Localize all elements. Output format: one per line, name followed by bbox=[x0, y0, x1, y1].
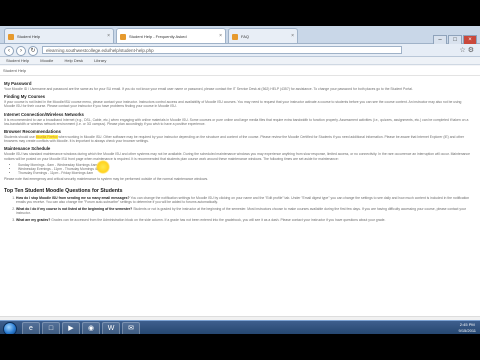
faq-title: Top Ten Student Moodle Questions for Stu… bbox=[4, 187, 123, 194]
back-icon[interactable]: ‹ bbox=[4, 46, 14, 56]
divider bbox=[0, 75, 480, 76]
maintenance-list: Sunday Mornings - 6am - Wednesday Mornin… bbox=[18, 163, 472, 176]
cursor-highlight bbox=[96, 160, 110, 174]
tab-label: Student Help - Frequently Asked bbox=[129, 34, 187, 39]
navigation-bar: ‹ › ↻ elearning.southwestcollege.edu/hel… bbox=[0, 44, 480, 57]
tab-label: FAQ bbox=[241, 34, 250, 39]
section-text: Your Moodle ID / Username and password a… bbox=[4, 87, 413, 91]
page-content: My Password Your Moodle ID / Username an… bbox=[4, 78, 472, 226]
section-text: Students should use Mozilla Firefox when… bbox=[4, 135, 472, 143]
bookmark-item[interactable]: Library bbox=[94, 58, 106, 63]
text-fragment: when working in Moodle ISU. Other softwa… bbox=[4, 135, 465, 144]
clock-time: 2:45 PM bbox=[459, 322, 475, 327]
faq-item: What are my grades? Grades can be access… bbox=[16, 218, 472, 222]
bookmark-item[interactable]: Student Help bbox=[6, 58, 29, 63]
letterbox-bottom bbox=[0, 334, 480, 360]
web-page: Student Help My Password Your Moodle ID … bbox=[0, 66, 480, 316]
favicon-icon bbox=[232, 34, 238, 40]
letterbox-top bbox=[0, 0, 480, 26]
faq-question: What do I do if my course is not listed … bbox=[16, 207, 133, 212]
favicon-icon bbox=[8, 34, 14, 40]
bookmark-item[interactable]: Help Desk bbox=[65, 58, 83, 63]
section-title: Finding My Courses bbox=[4, 94, 46, 100]
clock-date: 9/15/2011 bbox=[458, 327, 477, 333]
browser-tab[interactable]: FAQ × bbox=[228, 28, 298, 43]
section-title: My Password bbox=[4, 81, 32, 86]
section-title: Maintenance Schedule bbox=[4, 146, 51, 152]
favicon-icon bbox=[120, 34, 126, 40]
section-text: If your course is not listed in the Mood… bbox=[4, 100, 462, 109]
wrench-icon[interactable]: ⚙ bbox=[468, 47, 474, 54]
section-text: Moodle ISU has standard maintenance wind… bbox=[4, 152, 471, 161]
system-tray-clock[interactable]: 2:45 PM 9/15/2011 bbox=[459, 322, 477, 333]
close-tab-icon[interactable]: × bbox=[107, 29, 110, 43]
browser-tab-active[interactable]: Student Help - Frequently Asked × bbox=[116, 28, 226, 43]
section-title: Browser Recommendations bbox=[4, 129, 61, 135]
faq-item: How do I stop Moodle ISU from sending me… bbox=[16, 196, 472, 204]
screen: Student Help × Student Help - Frequently… bbox=[0, 0, 480, 360]
toolbar-icons: ☆ ⚙ bbox=[459, 46, 474, 54]
bookmark-item[interactable]: Moodle bbox=[40, 58, 53, 63]
breadcrumb[interactable]: Student Help bbox=[3, 68, 26, 73]
taskbar: e □ ▶ ◉ W ✉ 2:45 PM 9/15/2011 bbox=[0, 320, 480, 336]
section-note: Please note that emergency and critical … bbox=[4, 177, 209, 182]
address-bar[interactable]: elearning.southwestcollege.edu/help/stud… bbox=[42, 46, 402, 54]
tab-label: Student Help bbox=[17, 34, 41, 39]
close-tab-icon[interactable]: × bbox=[291, 29, 294, 43]
bookmarks-bar: Student Help Moodle Help Desk Library bbox=[0, 57, 480, 65]
close-tab-icon[interactable]: × bbox=[219, 29, 222, 43]
faq-question: What are my grades? bbox=[16, 218, 51, 223]
faq-list: How do I stop Moodle ISU from sending me… bbox=[16, 196, 472, 223]
browser-tabstrip: Student Help × Student Help - Frequently… bbox=[0, 26, 480, 46]
star-icon[interactable]: ☆ bbox=[459, 47, 465, 54]
section-text: It is recommended to use a broadband Int… bbox=[4, 117, 469, 126]
reload-icon[interactable]: ↻ bbox=[28, 46, 38, 56]
forward-icon[interactable]: › bbox=[16, 46, 26, 56]
browser-tab[interactable]: Student Help × bbox=[4, 28, 114, 43]
faq-item: What do I do if my course is not listed … bbox=[16, 207, 472, 215]
section-title: Internet Connection/Wireless Networks bbox=[4, 111, 84, 117]
faq-answer: Grades can be accessed from the Administ… bbox=[51, 218, 386, 223]
list-item: Thursday Evenings - 11pm - Friday Mornin… bbox=[18, 171, 472, 175]
